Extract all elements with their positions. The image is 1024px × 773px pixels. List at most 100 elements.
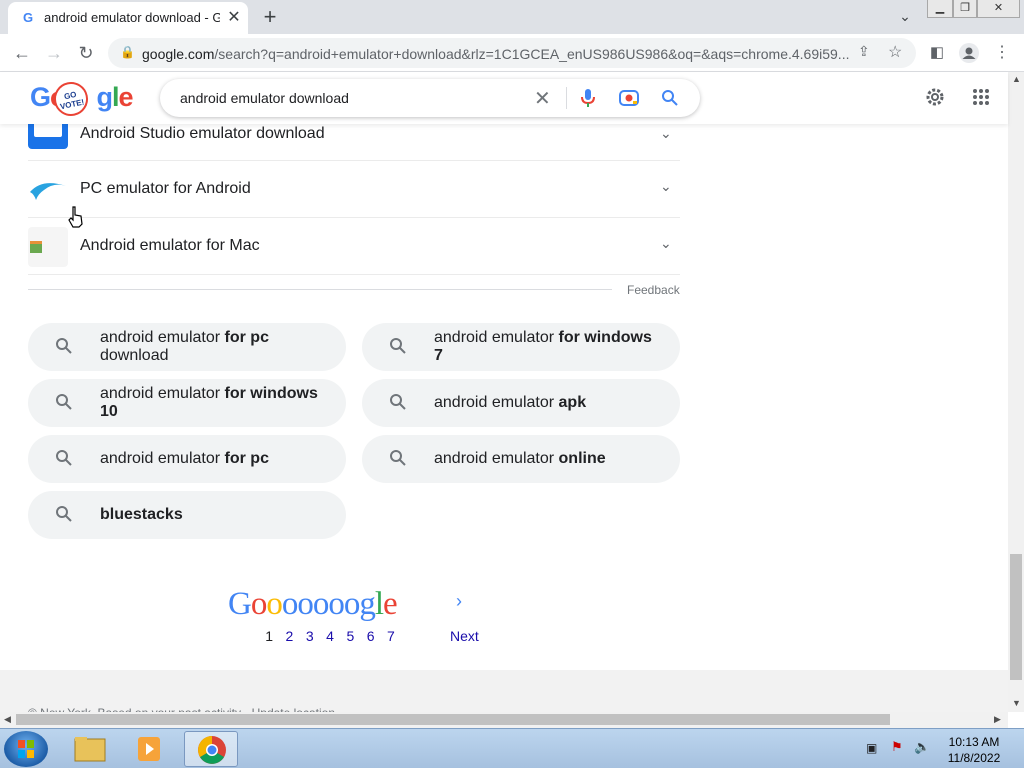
related-search-chip[interactable]: android emulator for windows 7 <box>362 323 680 371</box>
volume-icon[interactable]: 🔈 <box>914 739 930 755</box>
scroll-down-arrow-icon[interactable]: ▼ <box>1012 698 1021 708</box>
related-prefix: android emulator <box>100 450 225 467</box>
related-suffix: 10 <box>100 403 118 420</box>
network-icon[interactable]: ▣ <box>866 741 877 755</box>
related-search-chip[interactable]: android emulator for windows 10 <box>28 379 346 427</box>
file-explorer-icon[interactable] <box>62 731 116 767</box>
related-prefix: android emulator <box>100 329 225 346</box>
related-search-chip[interactable]: android emulator for pc download <box>28 323 346 371</box>
related-prefix: android emulator <box>434 329 559 346</box>
search-icon <box>56 394 72 410</box>
page-footer: © New York, Based on your past activity … <box>0 670 1008 712</box>
pas-label: PC emulator for Android <box>80 180 251 197</box>
bookmark-star-icon[interactable]: ☆ <box>888 42 902 62</box>
search-icon <box>390 338 406 354</box>
windows-start-button[interactable] <box>4 731 48 767</box>
related-search-text: android emulator apk <box>434 394 664 412</box>
related-bold: online <box>558 450 606 467</box>
search-box[interactable]: android emulator download ✕ <box>160 79 700 117</box>
tab-search-chevron-icon[interactable]: ⌄ <box>895 8 915 26</box>
page-number-link[interactable]: 7 <box>381 628 401 644</box>
tab-strip: G android emulator download - Go ✕ + ⌄ ▁… <box>0 0 1024 34</box>
profile-avatar-icon[interactable] <box>957 41 981 65</box>
bluestacks-mac-thumbnail <box>28 227 68 267</box>
feedback-link[interactable]: Feedback <box>627 283 680 297</box>
people-also-search-row[interactable]: PC emulator for Android ⌄ <box>28 162 680 218</box>
scroll-right-arrow-icon[interactable]: ▶ <box>994 714 1001 725</box>
close-tab-icon[interactable]: ✕ <box>224 8 244 28</box>
page-number-list: 1234567 <box>259 628 401 644</box>
dolphin-emulator-thumbnail <box>28 170 68 210</box>
close-window-button[interactable]: ✕ <box>977 0 1020 18</box>
related-bold: for pc <box>224 329 269 346</box>
related-search-text: android emulator for windows 10 <box>100 385 330 421</box>
page-number-link[interactable]: 3 <box>300 628 320 644</box>
people-also-search-row[interactable]: Android emulator for Mac ⌄ <box>28 219 680 275</box>
tab-title: android emulator download - Go <box>44 10 220 25</box>
url-path: /search?q=android+emulator+download&rlz=… <box>214 46 850 62</box>
chevron-down-icon[interactable]: ⌄ <box>660 125 672 142</box>
reload-icon[interactable]: ↻ <box>74 41 98 65</box>
back-arrow-icon[interactable]: ← <box>10 41 34 65</box>
related-search-text: android emulator for windows 7 <box>434 329 664 365</box>
next-chevron-icon[interactable]: › <box>456 591 462 612</box>
search-icon <box>390 450 406 466</box>
search-input[interactable]: android emulator download <box>180 90 349 106</box>
search-icon <box>390 394 406 410</box>
action-center-flag-icon[interactable]: ⚑ <box>891 739 903 755</box>
sidepanel-icon[interactable]: ◧ <box>925 41 949 65</box>
browser-tab[interactable]: G android emulator download - Go ✕ <box>8 2 248 34</box>
clear-search-icon[interactable]: ✕ <box>534 86 551 111</box>
address-bar[interactable]: 🔒 google.com/search?q=android+emulator+d… <box>108 38 916 68</box>
related-bold: bluestacks <box>100 506 183 523</box>
related-prefix: android emulator <box>434 394 559 411</box>
scroll-left-arrow-icon[interactable]: ◀ <box>4 714 11 725</box>
related-prefix: android emulator <box>100 385 225 402</box>
gooooogle-pagination-logo: Gooooooogle <box>228 586 398 622</box>
clock-date: 11/8/2022 <box>947 751 1001 765</box>
related-search-text: bluestacks <box>100 506 330 524</box>
related-suffix: download <box>100 347 169 364</box>
related-search-chip[interactable]: android emulator for pc <box>28 435 346 483</box>
google-header: Gooogle GO VOTE! android emulator downlo… <box>0 72 1008 124</box>
clock-time: 10:13 AM <box>948 735 1000 749</box>
restore-button[interactable]: ❐ <box>953 0 977 18</box>
menu-kebab-icon[interactable]: ⋮ <box>990 41 1014 65</box>
related-suffix: 7 <box>434 347 443 364</box>
related-search-chip[interactable]: android emulator apk <box>362 379 680 427</box>
page-number-link[interactable]: 6 <box>360 628 380 644</box>
chevron-down-icon[interactable]: ⌄ <box>660 235 672 252</box>
chevron-down-icon[interactable]: ⌄ <box>660 178 672 195</box>
related-search-chip[interactable]: bluestacks <box>28 491 346 539</box>
related-search-chip[interactable]: android emulator online <box>362 435 680 483</box>
pas-label: Android emulator for Mac <box>80 237 260 254</box>
microphone-icon[interactable] <box>580 88 596 113</box>
system-clock[interactable]: 10:13 AM 11/8/2022 <box>942 734 1006 766</box>
feedback-divider <box>28 289 612 290</box>
page-number-current: 1 <box>265 628 274 644</box>
url-text: google.com/search?q=android+emulator+dow… <box>142 46 850 62</box>
google-apps-grid-icon[interactable] <box>972 88 990 111</box>
hand-cursor-icon <box>68 206 84 233</box>
next-page-link[interactable]: Next <box>450 628 479 644</box>
search-icon[interactable] <box>661 89 679 112</box>
share-icon[interactable]: ⇪ <box>858 43 870 60</box>
settings-gear-icon[interactable] <box>924 86 946 113</box>
horizontal-scroll-thumb[interactable] <box>16 714 890 725</box>
scroll-up-arrow-icon[interactable]: ▲ <box>1012 74 1021 84</box>
page-number-link[interactable]: 5 <box>340 628 360 644</box>
media-player-icon[interactable] <box>122 731 176 767</box>
chrome-taskbar-icon[interactable] <box>184 731 238 767</box>
new-tab-button[interactable]: + <box>258 6 282 28</box>
page-number-link[interactable]: 4 <box>320 628 340 644</box>
pas-label: Android Studio emulator download <box>80 125 325 142</box>
page-number-link[interactable]: 2 <box>279 628 299 644</box>
url-host: google.com <box>142 46 215 62</box>
lock-icon: 🔒 <box>120 45 135 59</box>
minimize-button[interactable]: ▁ <box>927 0 953 18</box>
related-bold: for pc <box>224 450 269 467</box>
camera-lens-icon[interactable] <box>619 89 639 112</box>
vertical-scroll-thumb[interactable] <box>1010 554 1022 680</box>
forward-arrow-icon[interactable]: → <box>42 41 66 65</box>
related-bold: for windows <box>558 329 652 346</box>
